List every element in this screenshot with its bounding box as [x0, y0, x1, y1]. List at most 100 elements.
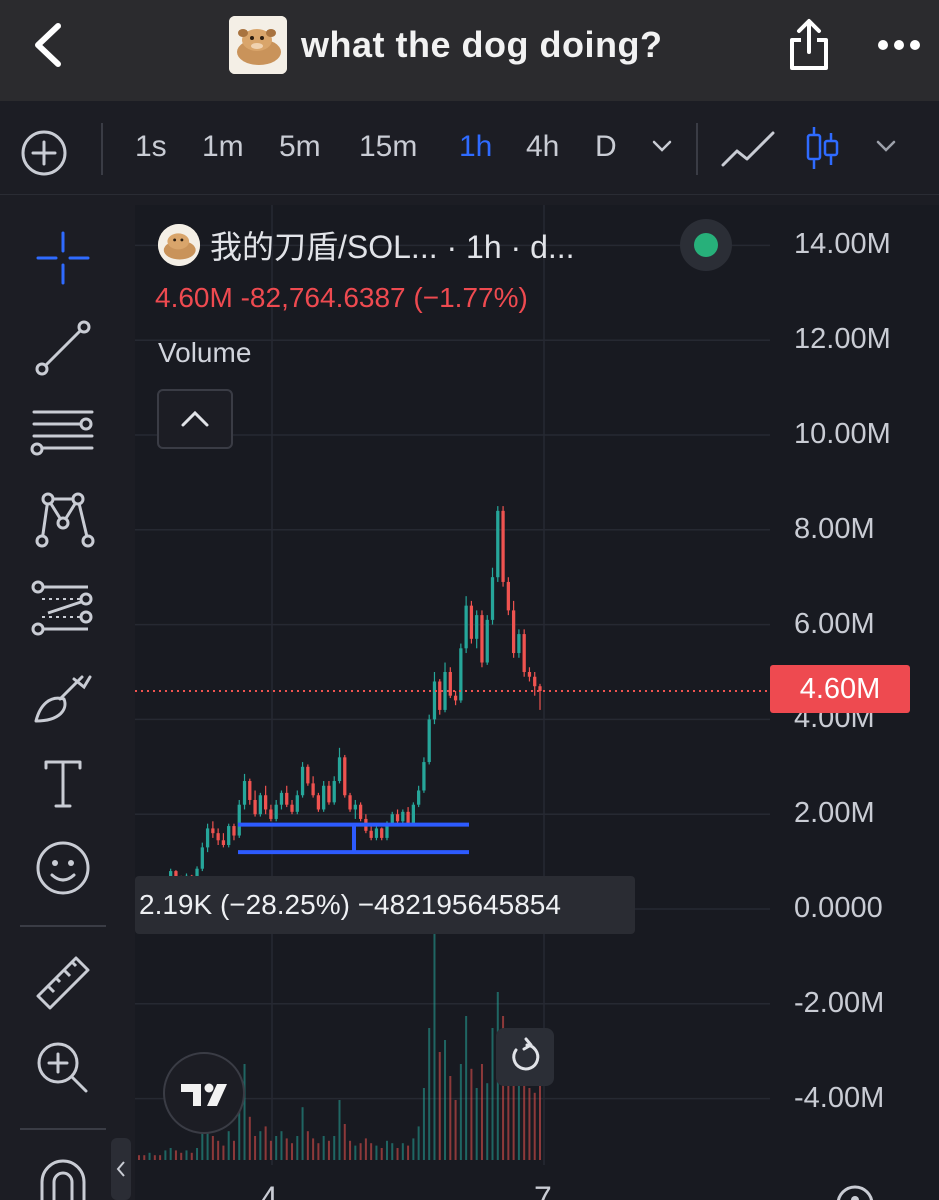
- volume-bar: [349, 1140, 352, 1160]
- candle: [242, 773, 247, 810]
- volume-bar: [138, 1155, 140, 1160]
- volume-bar: [169, 1148, 172, 1160]
- volume-indicator-label[interactable]: Volume: [158, 337, 251, 369]
- volume-bar: [396, 1148, 399, 1160]
- candle: [300, 762, 305, 798]
- candle: [221, 833, 226, 848]
- volume-bar: [159, 1155, 162, 1160]
- volume-bar: [359, 1143, 362, 1160]
- candle: [332, 776, 336, 805]
- y-axis-tick-label: -4.00M: [794, 1081, 885, 1114]
- symbol-legend[interactable]: 我的刀盾/SOL... · 1h · d...: [158, 222, 575, 268]
- volume-bar: [375, 1145, 378, 1160]
- volume-bar: [343, 1124, 346, 1160]
- volume-bar: [433, 920, 436, 1160]
- candle: [506, 577, 510, 616]
- volume-bar: [291, 1143, 294, 1160]
- candle: [374, 826, 379, 841]
- volume-bar: [422, 1088, 425, 1160]
- candle: [511, 600, 516, 658]
- reset-chart-icon[interactable]: [496, 1028, 554, 1086]
- volume-bar: [491, 1028, 494, 1160]
- candle: [348, 792, 352, 812]
- volume-bar: [280, 1131, 283, 1160]
- candle: [295, 790, 299, 815]
- candle: [285, 785, 289, 808]
- market-status-indicator[interactable]: [680, 219, 732, 271]
- volume-bar: [459, 1064, 462, 1160]
- candle: [311, 776, 315, 798]
- candle: [411, 802, 416, 827]
- volume-bar: [248, 1116, 251, 1160]
- last-price-badge: 4.60M: [770, 665, 910, 713]
- candle: [211, 821, 215, 838]
- volume-bar: [180, 1152, 183, 1160]
- volume-bar: [264, 1126, 267, 1160]
- volume-bar: [470, 1068, 473, 1160]
- y-axis-tick-label: 10.00M: [794, 418, 891, 450]
- volume-bar: [475, 1088, 478, 1160]
- y-axis-tick-label: 0.0000: [794, 892, 883, 924]
- volume-bar: [153, 1155, 156, 1160]
- candle: [443, 662, 447, 713]
- dog-avatar-icon: [158, 224, 200, 266]
- volume-bar: [259, 1131, 262, 1160]
- candle: [316, 792, 321, 812]
- volume-bar: [486, 1083, 489, 1160]
- volume-bar: [143, 1155, 146, 1160]
- volume-bar: [391, 1143, 394, 1160]
- collapse-indicators-button[interactable]: [157, 389, 233, 449]
- candle: [432, 672, 437, 725]
- volume-bar: [306, 1131, 309, 1160]
- candle: [258, 792, 262, 817]
- candle: [501, 506, 505, 587]
- volume-bar: [333, 1136, 336, 1160]
- volume-bar: [338, 1100, 341, 1160]
- volume-bar: [217, 1140, 220, 1160]
- candle: [248, 778, 252, 805]
- volume-bar: [322, 1136, 325, 1160]
- candle: [522, 629, 526, 677]
- candle: [232, 823, 236, 841]
- candle: [322, 781, 326, 812]
- volume-bar: [227, 1131, 230, 1160]
- candle: [227, 823, 231, 848]
- volume-bar: [301, 1107, 304, 1160]
- volume-bar: [327, 1140, 330, 1160]
- candle: [459, 643, 463, 703]
- y-axis-tick-label: 14.00M: [794, 228, 891, 261]
- volume-bar: [296, 1136, 299, 1160]
- y-axis-tick-label: 2.00M: [794, 797, 875, 830]
- volume-bar: [428, 1028, 431, 1160]
- y-axis-tick-label: -2.00M: [794, 986, 885, 1019]
- volume-bar: [407, 1145, 410, 1160]
- x-axis-tick-label: 4: [260, 1180, 278, 1200]
- volume-bar: [243, 1064, 246, 1160]
- candle: [417, 785, 421, 808]
- candle: [205, 823, 210, 853]
- candle: [237, 799, 241, 838]
- volume-bar: [449, 1076, 452, 1160]
- volume-bar: [201, 1131, 204, 1160]
- volume-bar: [417, 1126, 420, 1160]
- volume-bar: [254, 1136, 257, 1160]
- volume-bar: [174, 1150, 177, 1160]
- candle: [274, 799, 278, 822]
- volume-bar: [148, 1152, 151, 1160]
- y-axis-tick-label: 6.00M: [794, 607, 875, 640]
- x-axis-tick-label: 7: [534, 1180, 552, 1200]
- settings-icon[interactable]: [832, 1176, 878, 1200]
- candle: [306, 764, 310, 786]
- y-axis-tick-label: 12.00M: [794, 323, 891, 356]
- candle: [480, 610, 484, 668]
- volume-bar: [232, 1140, 235, 1160]
- candle: [216, 828, 220, 846]
- volume-bar: [412, 1138, 415, 1160]
- volume-bar: [480, 1064, 483, 1160]
- crosshair-value-tooltip: 2.19K (−28.25%) −482195645854: [135, 876, 635, 934]
- tradingview-logo-icon[interactable]: [163, 1052, 245, 1134]
- candle: [448, 667, 452, 699]
- candle: [200, 842, 204, 872]
- volume-bar: [517, 1076, 520, 1160]
- volume-bar: [312, 1138, 315, 1160]
